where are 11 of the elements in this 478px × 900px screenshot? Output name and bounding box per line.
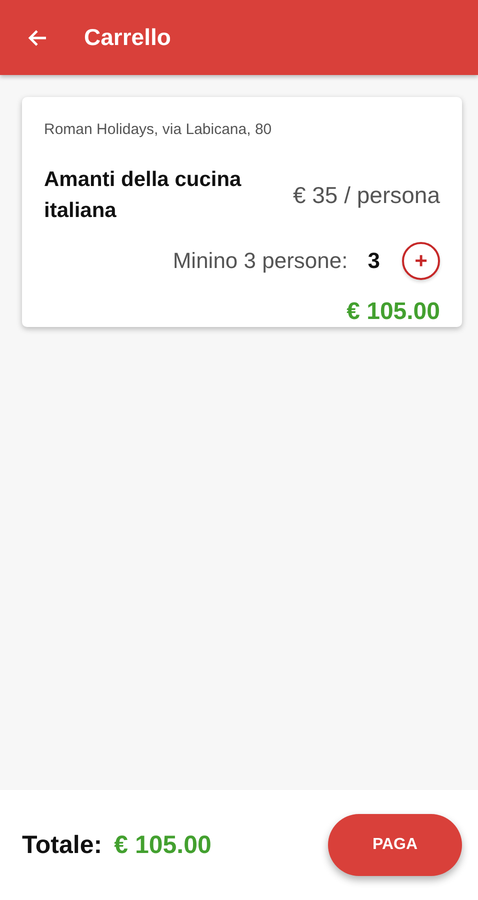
subtotal-amount: € 105.00 [346,298,440,326]
price-per-person: € 35 / persona [292,182,440,208]
minimum-label: Minino 3 persone: [172,248,348,274]
experience-name: Amanti della cucina italiana [44,167,242,224]
total-label: Totale: [22,830,102,860]
total-amount: € 105.00 [114,830,212,860]
location-text: Roman Holidays, via Labicana, 80 [44,121,273,138]
screen-title: Carrello [84,24,171,51]
add-button[interactable]: + [402,242,440,280]
pay-button[interactable]: PAGA [328,814,462,876]
quantity-value: 3 [368,248,380,274]
